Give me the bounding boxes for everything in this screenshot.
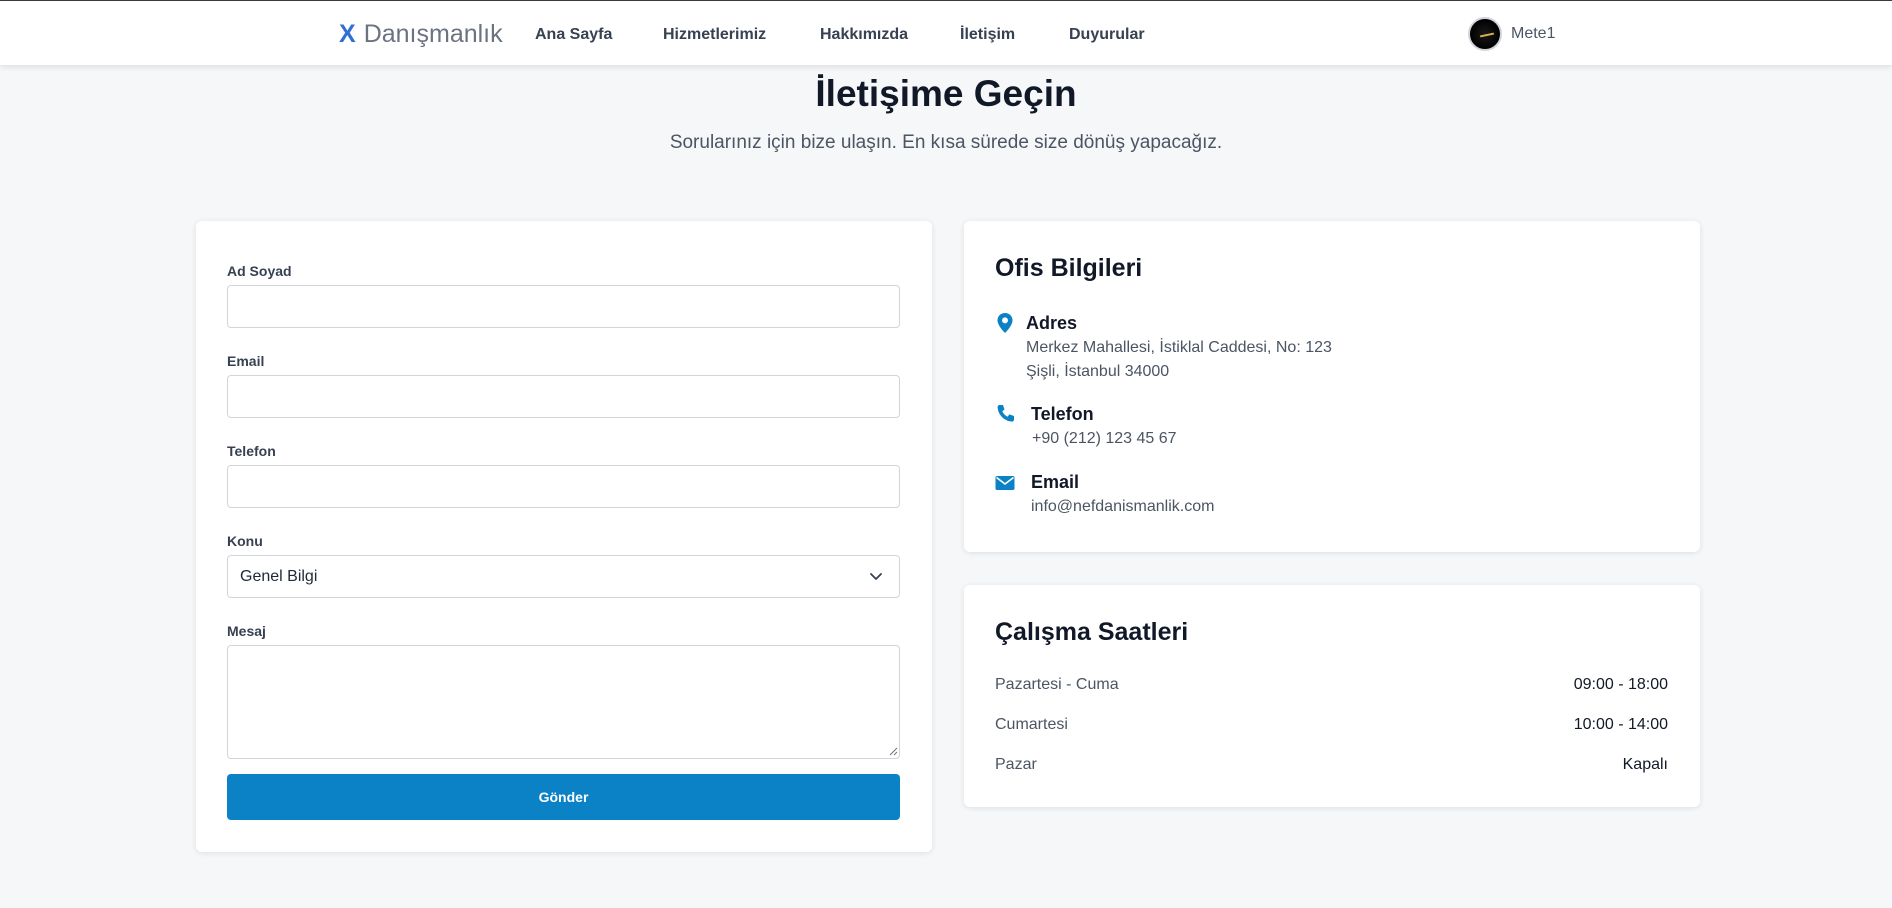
brand-name: Danışmanlık bbox=[363, 20, 503, 48]
subject-label: Konu bbox=[227, 533, 263, 549]
phone-value[interactable]: +90 (212) 123 45 67 bbox=[1032, 427, 1177, 451]
page-title: İletişime Geçin bbox=[815, 73, 1077, 114]
phone-icon bbox=[997, 405, 1014, 422]
hours-day: Pazartesi - Cuma bbox=[995, 676, 1119, 693]
hours-row: Pazartesi - Cuma 09:00 - 18:00 bbox=[995, 674, 1668, 696]
hours-day: Cumartesi bbox=[995, 716, 1068, 733]
phone-title: Telefon bbox=[1031, 404, 1094, 424]
user-name[interactable]: Mete1 bbox=[1511, 25, 1555, 43]
hours-card-title: Çalışma Saatleri bbox=[995, 618, 1189, 646]
hours-day: Pazar bbox=[995, 756, 1037, 773]
avatar[interactable] bbox=[1468, 17, 1502, 51]
nav-link-contact[interactable]: İletişim bbox=[960, 25, 1015, 45]
page-subtitle: Sorularınız için bize ulaşın. En kısa sü… bbox=[669, 132, 1223, 153]
user-menu[interactable]: Mete1 bbox=[1468, 17, 1555, 51]
email-field[interactable] bbox=[227, 375, 900, 418]
hours-row: Pazar Kapalı bbox=[995, 754, 1668, 776]
office-card-title: Ofis Bilgileri bbox=[995, 254, 1143, 282]
working-hours-card: Çalışma Saatleri Pazartesi - Cuma 09:00 … bbox=[964, 585, 1700, 807]
contact-form-card: Ad Soyad Email Telefon Konu Genel Bilgi … bbox=[196, 221, 932, 852]
hours-time: 09:00 - 18:00 bbox=[1573, 676, 1668, 693]
nav-link-home[interactable]: Ana Sayfa bbox=[535, 25, 612, 45]
subject-select[interactable]: Genel Bilgi bbox=[227, 555, 900, 598]
resize-handle-icon[interactable] bbox=[888, 746, 898, 756]
email-label: Email bbox=[227, 353, 265, 369]
top-navbar: X Danışmanlık Ana Sayfa Hizmetlerimiz Ha… bbox=[0, 0, 1892, 65]
nav-link-announcements[interactable]: Duyurular bbox=[1069, 25, 1145, 45]
map-pin-icon bbox=[997, 313, 1013, 333]
address-line-1: Merkez Mahallesi, İstiklal Caddesi, No: … bbox=[1026, 339, 1332, 356]
brand-logo[interactable]: X Danışmanlık bbox=[339, 19, 503, 49]
hours-time: 10:00 - 14:00 bbox=[1573, 716, 1668, 733]
message-wrapper bbox=[196, 645, 932, 759]
brand-mark: X bbox=[339, 20, 356, 48]
email-title: Email bbox=[1031, 472, 1080, 492]
submit-button[interactable]: Gönder bbox=[227, 774, 900, 820]
nav-link-services[interactable]: Hizmetlerimiz bbox=[663, 25, 766, 45]
hours-row: Cumartesi 10:00 - 14:00 bbox=[995, 714, 1668, 736]
chevron-down-icon bbox=[870, 573, 882, 580]
office-info-card: Ofis Bilgileri Adres Merkez Mahallesi, İ… bbox=[964, 221, 1700, 552]
message-label: Mesaj bbox=[227, 623, 266, 639]
phone-label: Telefon bbox=[227, 443, 276, 459]
address-title: Adres bbox=[1026, 313, 1078, 333]
message-field[interactable] bbox=[227, 645, 900, 759]
email-value[interactable]: info@nefdanismanlik.com bbox=[1031, 495, 1214, 519]
nav-link-about[interactable]: Hakkımızda bbox=[820, 25, 908, 45]
hours-time: Kapalı bbox=[1622, 756, 1668, 773]
address-line-2: Şişli, İstanbul 34000 bbox=[1026, 363, 1170, 380]
name-field[interactable] bbox=[227, 285, 900, 328]
phone-field[interactable] bbox=[227, 465, 900, 508]
name-label: Ad Soyad bbox=[227, 263, 292, 279]
envelope-icon bbox=[995, 476, 1015, 490]
subject-select-value: Genel Bilgi bbox=[240, 567, 318, 585]
